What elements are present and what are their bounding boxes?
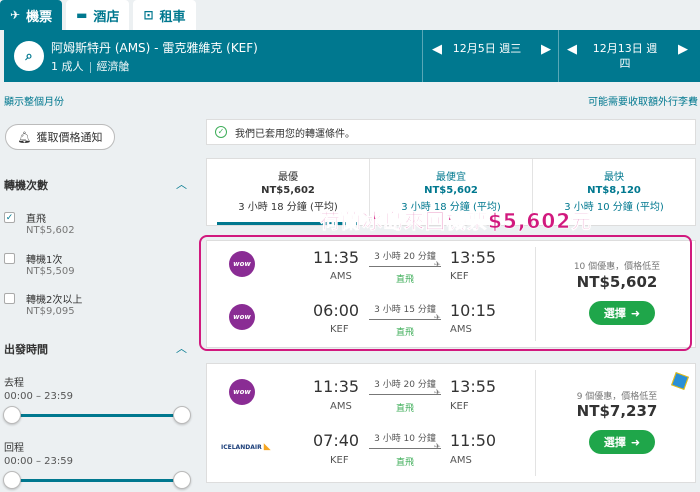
search-summary-bar[interactable]: ⌕ 阿姆斯特丹 (AMS) - 雷克雅維克 (KEF) 1 成人 經濟艙 ◀ 12… bbox=[4, 30, 700, 82]
chevron-left-icon[interactable]: ◀ bbox=[432, 42, 442, 57]
chevron-right-icon[interactable]: ▶ bbox=[541, 42, 551, 57]
cabin-text: 經濟艙 bbox=[96, 60, 130, 73]
sort-label: 最便宜 bbox=[436, 172, 466, 183]
departure-time-title: 出發時間 bbox=[4, 343, 48, 356]
option-price: NT$5,509 bbox=[26, 266, 75, 277]
checkbox[interactable] bbox=[4, 253, 15, 264]
divider bbox=[422, 30, 423, 82]
option-label: 直飛 bbox=[26, 214, 46, 225]
option-price: NT$9,095 bbox=[26, 306, 75, 317]
outbound-slider-start-handle[interactable] bbox=[3, 406, 21, 424]
depart-date[interactable]: 12月5日 週三 bbox=[452, 41, 522, 56]
stops-text: 直飛 bbox=[395, 458, 414, 468]
sort-label: 最優 bbox=[278, 172, 298, 183]
bed-icon: ▬ bbox=[76, 8, 88, 22]
return-label: 回程 bbox=[4, 443, 24, 454]
arrow-right-icon: ➜ bbox=[630, 435, 641, 449]
depart-airport: KEF bbox=[330, 455, 349, 466]
chevron-up-icon[interactable]: ︿ bbox=[176, 176, 187, 192]
return-date-line1: 12月13日 週 bbox=[592, 42, 658, 55]
return-date-line2: 四 bbox=[619, 57, 631, 70]
result-price: NT$7,237 bbox=[576, 402, 658, 420]
product-tabs: ✈ 機票 ▬ 酒店 ⊡ 租車 bbox=[0, 0, 200, 30]
flight-duration: 3 小時 20 分鐘 bbox=[374, 380, 436, 390]
outbound-slider-track[interactable] bbox=[12, 414, 182, 417]
option-label: 轉機1次 bbox=[26, 255, 63, 266]
flight-duration: 3 小時 10 分鐘 bbox=[374, 434, 436, 444]
outbound-label: 去程 bbox=[4, 378, 24, 389]
tab-label: 酒店 bbox=[93, 9, 120, 25]
plane-icon: ✈ bbox=[434, 442, 441, 451]
plane-icon: ✈ bbox=[10, 8, 21, 22]
depart-airport: AMS bbox=[330, 401, 352, 412]
sort-price: NT$5,602 bbox=[424, 185, 478, 196]
wow-air-logo: wow bbox=[229, 379, 255, 405]
outbound-slider-label: 去程 00:00 – 23:59 bbox=[4, 374, 73, 402]
chevron-up-icon[interactable]: ︿ bbox=[176, 340, 187, 356]
divider bbox=[535, 370, 536, 476]
passengers-text: 1 成人 bbox=[51, 60, 84, 73]
outbound-slider-end-handle[interactable] bbox=[173, 406, 191, 424]
depart-time: 11:35 bbox=[313, 377, 360, 396]
arrive-time: 11:50 bbox=[450, 431, 497, 450]
show-month-link[interactable]: 顯示整個月份 bbox=[4, 93, 64, 108]
chevron-left-icon[interactable]: ◀ bbox=[567, 42, 577, 57]
arrive-time: 13:55 bbox=[450, 377, 497, 396]
select-label: 選擇 bbox=[603, 436, 626, 449]
result-card[interactable]: wow 11:35 AMS 3 小時 20 分鐘 ✈ 直飛 13:55 KEF … bbox=[206, 363, 696, 483]
sort-price: NT$8,120 bbox=[587, 185, 641, 196]
search-icon[interactable]: ⌕ bbox=[14, 41, 44, 71]
sort-price: NT$5,602 bbox=[261, 185, 315, 196]
checkbox[interactable]: ✓ bbox=[4, 212, 15, 223]
tab-flights[interactable]: ✈ 機票 bbox=[0, 0, 63, 30]
highlight-frame bbox=[199, 235, 692, 351]
select-button[interactable]: 選擇 ➜ bbox=[589, 430, 655, 454]
baggage-fees-link[interactable]: 可能需要收取額外行李費 bbox=[588, 93, 698, 108]
passenger-cabin: 1 成人 經濟艙 bbox=[51, 58, 130, 74]
deals-count: 9 個優惠，價格低至 bbox=[576, 392, 658, 402]
option-price: NT$5,602 bbox=[26, 225, 75, 236]
notice-text: 我們已套用您的轉運條件。 bbox=[235, 128, 355, 140]
stops-text: 直飛 bbox=[395, 404, 414, 414]
return-range: 00:00 – 23:59 bbox=[4, 456, 73, 467]
tab-hotels[interactable]: ▬ 酒店 bbox=[66, 0, 130, 30]
option-label: 轉機2次以上 bbox=[26, 295, 83, 306]
return-slider-end-handle[interactable] bbox=[173, 471, 191, 489]
tab-car-rental[interactable]: ⊡ 租車 bbox=[133, 0, 196, 30]
stops-title: 轉機次數 bbox=[4, 179, 48, 192]
bell-icon: 🔔︎ bbox=[17, 130, 32, 144]
plane-icon: ✈ bbox=[434, 388, 441, 397]
car-icon: ⊡ bbox=[143, 8, 154, 22]
route-text: 阿姆斯特丹 (AMS) - 雷克雅維克 (KEF) bbox=[51, 41, 258, 55]
tab-label: 租車 bbox=[159, 9, 186, 25]
price-alert-label: 獲取價格通知 bbox=[36, 131, 103, 144]
price-alert-button[interactable]: 🔔︎ 獲取價格通知 bbox=[5, 124, 115, 150]
divider bbox=[558, 30, 559, 82]
route-line bbox=[369, 448, 441, 449]
deal-tag-icon bbox=[671, 372, 689, 390]
filter-notice: ✓ 我們已套用您的轉運條件。 bbox=[206, 119, 696, 145]
route-line bbox=[369, 394, 441, 395]
checkbox[interactable] bbox=[4, 293, 15, 304]
outbound-range: 00:00 – 23:59 bbox=[4, 391, 73, 402]
return-slider-track[interactable] bbox=[12, 479, 182, 482]
icelandair-tail-icon: ◣ bbox=[263, 442, 271, 452]
tab-label: 機票 bbox=[26, 9, 53, 25]
sort-label: 最快 bbox=[604, 172, 624, 183]
arrive-airport: AMS bbox=[450, 455, 472, 466]
chevron-right-icon[interactable]: ▶ bbox=[678, 42, 688, 57]
promo-overlay-text: 荷蘭冰島來回機票$5,602元 bbox=[320, 209, 593, 234]
depart-time: 07:40 bbox=[313, 431, 360, 450]
return-slider-start-handle[interactable] bbox=[3, 471, 21, 489]
return-slider-label: 回程 00:00 – 23:59 bbox=[4, 439, 73, 467]
icelandair-logo: ICELANDAIR ◣ bbox=[221, 442, 271, 452]
arrive-airport: KEF bbox=[450, 401, 469, 412]
check-icon: ✓ bbox=[215, 126, 227, 138]
return-date[interactable]: 12月13日 週 四 bbox=[590, 41, 660, 71]
